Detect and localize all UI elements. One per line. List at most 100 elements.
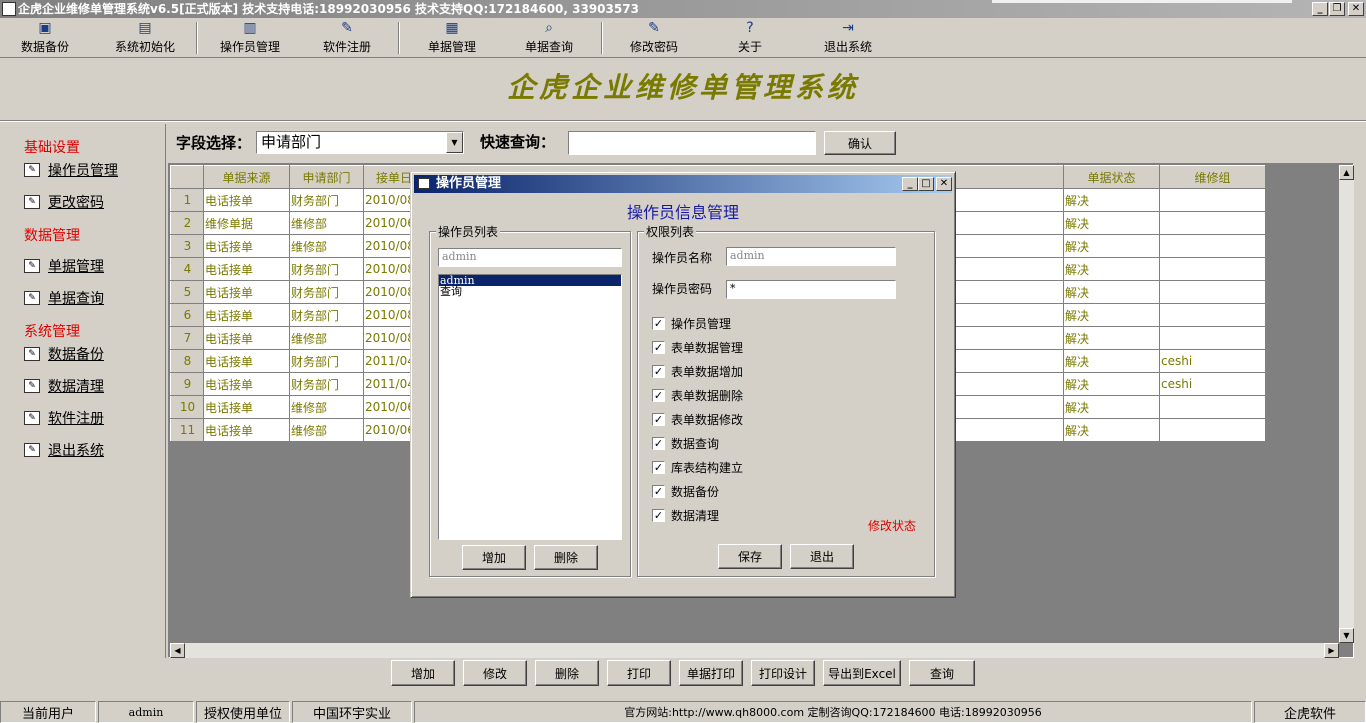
status-cell[interactable]: 解决 <box>1063 280 1160 304</box>
source-cell[interactable]: 电话接单 <box>203 395 290 419</box>
source-cell[interactable]: 电话接单 <box>203 257 290 281</box>
toolbar-query-button[interactable]: ⌕ 单据查询 <box>523 20 575 56</box>
operator-listbox[interactable]: admin 查询 <box>438 274 622 540</box>
checkmark-icon[interactable]: ✓ <box>652 508 665 522</box>
permission-checkbox[interactable]: ✓ 表单数据修改 <box>652 410 743 428</box>
source-cell[interactable]: 电话接单 <box>203 234 290 258</box>
status-cell[interactable]: 解决 <box>1063 234 1160 258</box>
source-cell[interactable]: 电话接单 <box>203 188 290 212</box>
vertical-scrollbar[interactable]: ▲ ▼ <box>1339 165 1354 643</box>
toolbar-password-button[interactable]: ✎ 修改密码 <box>628 20 680 56</box>
permission-checkbox[interactable]: ✓ 库表结构建立 <box>652 458 743 476</box>
sidebar-item-change-password[interactable]: ✎ 更改密码 <box>24 192 104 212</box>
minimize-button[interactable]: _ <box>1312 2 1328 16</box>
status-cell[interactable]: 解决 <box>1063 326 1160 350</box>
permission-checkbox[interactable]: ✓ 表单数据增加 <box>652 362 743 380</box>
permission-checkbox[interactable]: ✓ 表单数据管理 <box>652 338 743 356</box>
group-cell[interactable] <box>1159 395 1266 419</box>
status-cell[interactable]: 解决 <box>1063 188 1160 212</box>
toolbar-init-button[interactable]: ▤ 系统初始化 <box>114 20 176 56</box>
maximize-button[interactable]: ❐ <box>1329 2 1345 16</box>
status-cell[interactable]: 解决 <box>1063 395 1160 419</box>
row-number-cell[interactable]: 8 <box>170 349 204 373</box>
source-cell[interactable]: 维修单据 <box>203 211 290 235</box>
status-cell[interactable]: 解决 <box>1063 372 1160 396</box>
print-design-button[interactable]: 打印设计 <box>751 660 815 686</box>
source-cell[interactable]: 电话接单 <box>203 280 290 304</box>
row-number-cell[interactable]: 11 <box>170 418 204 442</box>
checkmark-icon[interactable]: ✓ <box>652 340 665 354</box>
group-cell[interactable] <box>1159 234 1266 258</box>
column-header[interactable]: 单据状态 <box>1063 165 1160 189</box>
toolbar-backup-button[interactable]: ▣ 数据备份 <box>20 20 70 56</box>
toolbar-operator-button[interactable]: ▥ 操作员管理 <box>219 20 281 56</box>
close-button[interactable]: ✕ <box>1348 2 1364 16</box>
column-header[interactable]: 单据来源 <box>203 165 290 189</box>
column-header[interactable]: 申请部门 <box>289 165 364 189</box>
operator-search-input[interactable]: admin <box>438 248 622 267</box>
permission-checkbox[interactable]: ✓ 数据查询 <box>652 434 719 452</box>
checkmark-icon[interactable]: ✓ <box>652 364 665 378</box>
department-cell[interactable]: 维修部 <box>289 395 364 419</box>
group-cell[interactable]: ceshi <box>1159 349 1266 373</box>
permission-checkbox[interactable]: ✓ 数据清理 <box>652 506 719 524</box>
add-operator-button[interactable]: 增加 <box>462 545 526 570</box>
field-select[interactable]: 申请部门 ▼ <box>256 131 464 154</box>
source-cell[interactable]: 电话接单 <box>203 418 290 442</box>
print-button[interactable]: 打印 <box>607 660 671 686</box>
dialog-close-button[interactable]: ✕ <box>936 177 952 191</box>
sidebar-item-cleanup[interactable]: ✎ 数据清理 <box>24 376 104 396</box>
row-number-cell[interactable]: 5 <box>170 280 204 304</box>
group-cell[interactable] <box>1159 211 1266 235</box>
group-cell[interactable]: ceshi <box>1159 372 1266 396</box>
department-cell[interactable]: 财务部门 <box>289 372 364 396</box>
row-number-cell[interactable]: 9 <box>170 372 204 396</box>
add-record-button[interactable]: 增加 <box>391 660 455 686</box>
group-cell[interactable] <box>1159 188 1266 212</box>
operator-password-field[interactable]: * <box>726 280 896 299</box>
row-number-cell[interactable]: 6 <box>170 303 204 327</box>
checkmark-icon[interactable]: ✓ <box>652 388 665 402</box>
checkmark-icon[interactable]: ✓ <box>652 484 665 498</box>
order-print-button[interactable]: 单据打印 <box>679 660 743 686</box>
checkmark-icon[interactable]: ✓ <box>652 460 665 474</box>
save-button[interactable]: 保存 <box>718 544 782 569</box>
scroll-down-icon[interactable]: ▼ <box>1339 628 1354 643</box>
dialog-minimize-button[interactable]: _ <box>902 177 918 191</box>
checkmark-icon[interactable]: ✓ <box>652 316 665 330</box>
toolbar-orders-button[interactable]: ▦ 单据管理 <box>426 20 478 56</box>
edit-record-button[interactable]: 修改 <box>463 660 527 686</box>
sidebar-item-order-query[interactable]: ✎ 单据查询 <box>24 288 104 308</box>
export-excel-button[interactable]: 导出到Excel <box>823 660 901 686</box>
status-cell[interactable]: 解决 <box>1063 349 1160 373</box>
sidebar-item-backup[interactable]: ✎ 数据备份 <box>24 344 104 364</box>
toolbar-exit-button[interactable]: ⇥ 退出系统 <box>822 20 874 56</box>
source-cell[interactable]: 电话接单 <box>203 349 290 373</box>
operator-list-item[interactable]: admin <box>439 275 621 286</box>
scroll-up-icon[interactable]: ▲ <box>1339 165 1354 180</box>
group-cell[interactable] <box>1159 303 1266 327</box>
group-cell[interactable] <box>1159 280 1266 304</box>
column-header[interactable]: 维修组 <box>1159 165 1266 189</box>
row-number-cell[interactable]: 4 <box>170 257 204 281</box>
status-cell[interactable]: 解决 <box>1063 257 1160 281</box>
row-number-cell[interactable]: 3 <box>170 234 204 258</box>
scroll-left-icon[interactable]: ◀ <box>170 643 185 658</box>
source-cell[interactable]: 电话接单 <box>203 303 290 327</box>
group-cell[interactable] <box>1159 257 1266 281</box>
horizontal-scrollbar[interactable]: ◀ ▶ <box>170 643 1339 658</box>
department-cell[interactable]: 维修部 <box>289 234 364 258</box>
group-cell[interactable] <box>1159 326 1266 350</box>
quick-query-input[interactable] <box>568 131 816 155</box>
department-cell[interactable]: 财务部门 <box>289 303 364 327</box>
department-cell[interactable]: 财务部门 <box>289 188 364 212</box>
source-cell[interactable]: 电话接单 <box>203 326 290 350</box>
department-cell[interactable]: 维修部 <box>289 418 364 442</box>
query-button[interactable]: 查询 <box>909 660 975 686</box>
permission-checkbox[interactable]: ✓ 操作员管理 <box>652 314 731 332</box>
status-cell[interactable]: 解决 <box>1063 211 1160 235</box>
delete-record-button[interactable]: 删除 <box>535 660 599 686</box>
chevron-down-icon[interactable]: ▼ <box>446 132 463 153</box>
status-cell[interactable]: 解决 <box>1063 418 1160 442</box>
row-number-cell[interactable]: 2 <box>170 211 204 235</box>
